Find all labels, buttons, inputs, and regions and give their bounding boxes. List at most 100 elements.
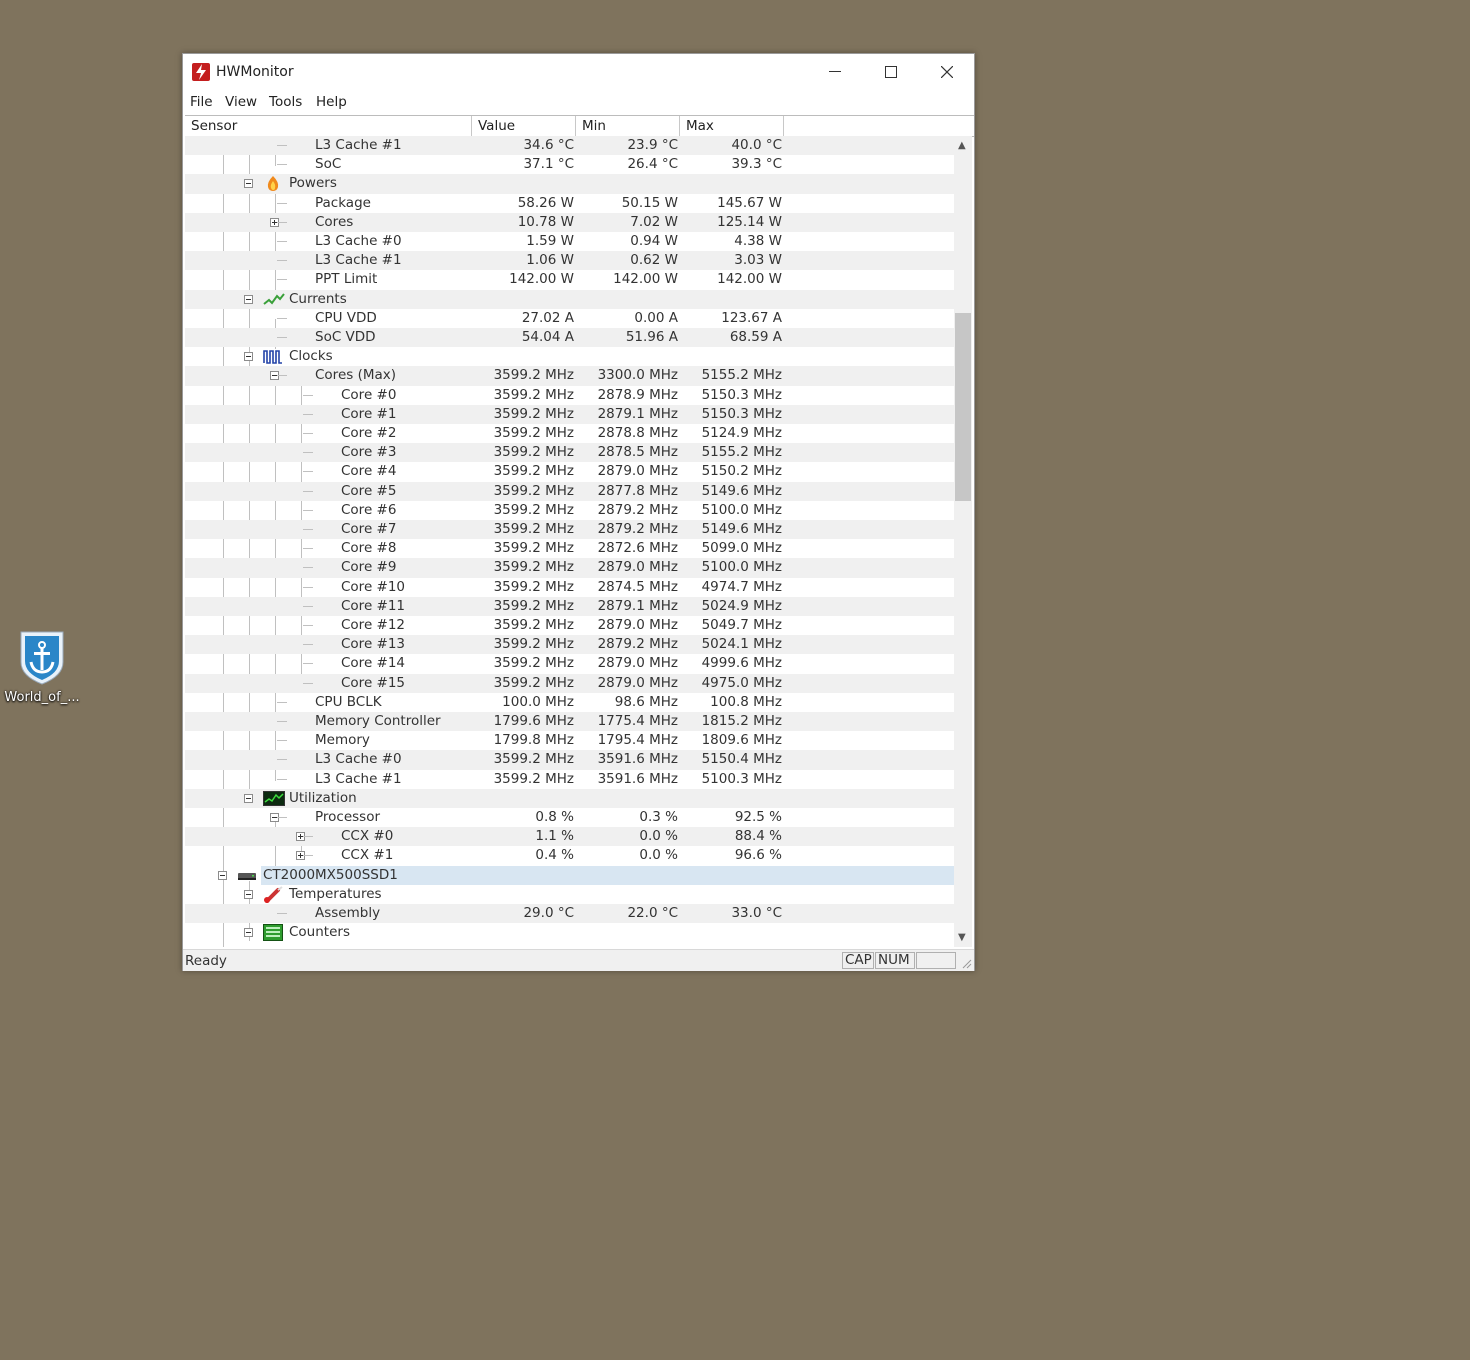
resize-grip-icon[interactable]: [960, 957, 972, 969]
sensor-row[interactable]: CPU VDD 27.02 A 0.00 A 123.67 A: [185, 309, 954, 328]
sensor-min: 2879.1 MHz: [597, 597, 678, 614]
tree-group-row[interactable]: Counters: [185, 923, 954, 942]
sensor-name: Core #13: [341, 636, 406, 653]
tree-connector: [303, 413, 313, 415]
tree-group-row[interactable]: Powers: [185, 174, 954, 194]
column-header-min[interactable]: Min: [576, 116, 680, 136]
tree-group-row[interactable]: CT2000MX500SSD1: [185, 865, 954, 885]
sensor-name: PPT Limit: [315, 271, 378, 288]
close-button[interactable]: [919, 54, 975, 90]
minimize-button[interactable]: [807, 54, 863, 90]
sensor-row[interactable]: CCX #1 0.4 % 0.0 % 96.6 %: [185, 846, 954, 865]
sensor-row[interactable]: L3 Cache #0 1.59 W 0.94 W 4.38 W: [185, 232, 954, 251]
sensor-row[interactable]: L3 Cache #1 34.6 °C 23.9 °C 40.0 °C: [185, 136, 954, 156]
sensor-max: 4999.6 MHz: [701, 655, 782, 672]
sensor-row[interactable]: Memory Controller 1799.6 MHz 1775.4 MHz 181…: [185, 712, 954, 732]
menu-tools[interactable]: Tools: [269, 94, 302, 110]
sensor-row[interactable]: CCX #0 1.1 % 0.0 % 88.4 %: [185, 827, 954, 847]
sensor-value: 58.26 W: [517, 194, 574, 211]
sensor-row[interactable]: Core #4 3599.2 MHz 2879.0 MHz 5150.2 MHz: [185, 462, 954, 481]
sensor-row[interactable]: SoC 37.1 °C 26.4 °C 39.3 °C: [185, 155, 954, 174]
sensor-row[interactable]: Core #1 3599.2 MHz 2879.1 MHz 5150.3 MHz: [185, 404, 954, 424]
title-bar[interactable]: HWMonitor: [183, 54, 974, 90]
sensor-row[interactable]: Core #11 3599.2 MHz 2879.1 MHz 5024.9 MHz: [185, 596, 954, 616]
tree-group-row[interactable]: Currents: [185, 289, 954, 309]
menu-file[interactable]: File: [190, 94, 213, 110]
sensor-row[interactable]: L3 Cache #1 3599.2 MHz 3591.6 MHz 5100.3 MH…: [185, 770, 954, 789]
sensor-value: 3599.2 MHz: [493, 655, 574, 672]
sensor-row[interactable]: PPT Limit 142.00 W 142.00 W 142.00 W: [185, 270, 954, 289]
collapse-icon[interactable]: [244, 179, 253, 189]
sensor-min: 2879.0 MHz: [597, 559, 678, 576]
collapse-icon[interactable]: [218, 870, 227, 880]
tree-connector: [277, 759, 287, 761]
sensor-max: 88.4 %: [734, 828, 782, 845]
sensor-row[interactable]: Core #10 3599.2 MHz 2874.5 MHz 4974.7 MHz: [185, 578, 954, 597]
sensor-row[interactable]: Core #14 3599.2 MHz 2879.0 MHz 4999.6 MHz: [185, 654, 954, 673]
collapse-icon[interactable]: [244, 352, 253, 362]
sensor-max: 96.6 %: [734, 847, 782, 864]
sensor-row[interactable]: Core #7 3599.2 MHz 2879.2 MHz 5149.6 MHz: [185, 520, 954, 540]
sensor-row[interactable]: SoC VDD 54.04 A 51.96 A 68.59 A: [185, 328, 954, 348]
desktop-shortcut-world-of-warships[interactable]: World_of_...: [4, 628, 80, 705]
sensor-min: 2879.2 MHz: [597, 501, 678, 518]
sensor-row[interactable]: CPU BCLK 100.0 MHz 98.6 MHz 100.8 MHz: [185, 693, 954, 712]
sensor-row[interactable]: Core #3 3599.2 MHz 2878.5 MHz 5155.2 MHz: [185, 443, 954, 463]
tree-connector: [277, 260, 287, 262]
sensor-name: Core #8: [341, 540, 397, 557]
tree-connector: [277, 221, 287, 223]
sensor-row[interactable]: Processor 0.8 % 0.3 % 92.5 %: [185, 808, 954, 827]
tree-connector: [277, 778, 287, 780]
tree-group-row[interactable]: Temperatures: [185, 885, 954, 904]
tree-connector: [277, 375, 287, 377]
menu-view[interactable]: View: [225, 94, 257, 110]
sensor-max: 5024.1 MHz: [701, 636, 782, 653]
column-header-max[interactable]: Max: [680, 116, 784, 136]
scrollbar-thumb[interactable]: [955, 313, 971, 501]
sensor-row[interactable]: Core #5 3599.2 MHz 2877.8 MHz 5149.6 MHz: [185, 481, 954, 501]
sensor-row[interactable]: Core #9 3599.2 MHz 2879.0 MHz 5100.0 MHz: [185, 558, 954, 578]
collapse-icon[interactable]: [244, 889, 253, 899]
sensor-name: Core #3: [341, 444, 397, 461]
sensor-value: 142.00 W: [509, 271, 574, 288]
sensor-tree[interactable]: L3 Cache #1 34.6 °C 23.9 °C 40.0 °C SoC 37.1 …: [185, 136, 954, 947]
clock-icon: [263, 348, 283, 365]
scroll-down-icon[interactable]: ▼: [958, 932, 966, 943]
sensor-row[interactable]: L3 Cache #0 3599.2 MHz 3591.6 MHz 5150.4 MH…: [185, 750, 954, 770]
vertical-scrollbar[interactable]: ▲ ▼: [954, 136, 972, 947]
sensor-value: 3599.2 MHz: [493, 559, 574, 576]
menu-help[interactable]: Help: [316, 94, 347, 110]
sensor-max: 5099.0 MHz: [701, 540, 782, 557]
tree-connector: [277, 701, 287, 703]
sensor-row[interactable]: Core #12 3599.2 MHz 2879.0 MHz 5049.7 MHz: [185, 616, 954, 635]
maximize-button[interactable]: [863, 54, 919, 90]
sensor-name: Core #5: [341, 482, 397, 499]
tree-group-row[interactable]: Clocks: [185, 347, 954, 366]
sensor-value: 29.0 °C: [523, 905, 574, 921]
sensor-row[interactable]: L3 Cache #1 1.06 W 0.62 W 3.03 W: [185, 251, 954, 271]
column-header-value[interactable]: Value: [472, 116, 576, 136]
sensor-row[interactable]: Core #15 3599.2 MHz 2879.0 MHz 4975.0 MHz: [185, 673, 954, 693]
collapse-icon[interactable]: [244, 294, 253, 304]
sensor-row[interactable]: Cores (Max) 3599.2 MHz 3300.0 MHz 5155.2 MH…: [185, 366, 954, 386]
sensor-name: SoC: [315, 156, 342, 173]
sensor-min: 142.00 W: [613, 271, 678, 288]
sensor-row[interactable]: Cores 10.78 W 7.02 W 125.14 W: [185, 212, 954, 232]
collapse-icon[interactable]: [244, 793, 253, 803]
sensor-max: 5155.2 MHz: [701, 444, 782, 461]
sensor-row[interactable]: Core #13 3599.2 MHz 2879.2 MHz 5024.1 MHz: [185, 635, 954, 655]
collapse-icon[interactable]: [244, 928, 253, 938]
sensor-row[interactable]: Core #6 3599.2 MHz 2879.2 MHz 5100.0 MHz: [185, 501, 954, 520]
tree-group-row[interactable]: Utilization: [185, 788, 954, 808]
sensor-row[interactable]: Core #8 3599.2 MHz 2872.6 MHz 5099.0 MHz: [185, 539, 954, 558]
scroll-up-icon[interactable]: ▲: [958, 140, 966, 151]
sensor-row[interactable]: Core #0 3599.2 MHz 2878.9 MHz 5150.3 MHz: [185, 386, 954, 405]
sensor-row[interactable]: Assembly 29.0 °C 22.0 °C 33.0 °C: [185, 904, 954, 924]
close-icon: [941, 66, 953, 78]
sensor-value: 1799.6 MHz: [493, 713, 574, 729]
column-header-sensor[interactable]: Sensor: [185, 116, 472, 136]
sensor-row[interactable]: Package 58.26 W 50.15 W 145.67 W: [185, 194, 954, 213]
sensor-row[interactable]: Memory 1799.8 MHz 1795.4 MHz 1809.6 MHz: [185, 731, 954, 750]
sensor-row[interactable]: Core #2 3599.2 MHz 2878.8 MHz 5124.9 MHz: [185, 424, 954, 443]
tree-connector: [303, 586, 313, 588]
